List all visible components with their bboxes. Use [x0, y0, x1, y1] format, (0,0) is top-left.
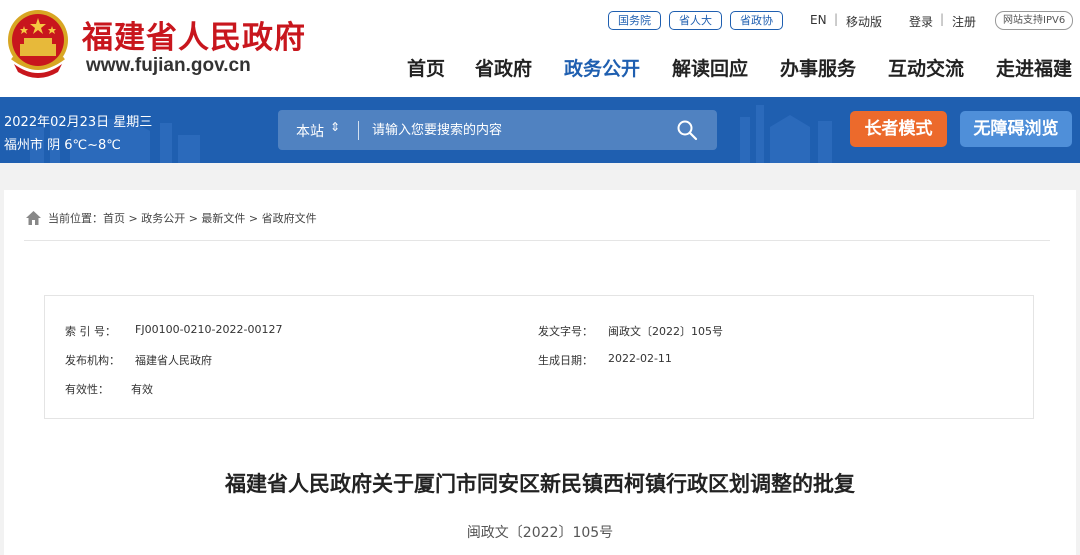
nav-interpretation-response[interactable]: 解读回应	[672, 54, 748, 81]
weather-info: 福州市 阴 6℃~8℃	[4, 138, 121, 153]
breadcrumb[interactable]: 当前位置：首页 > 政务公开 > 最新文件 > 省政府文件	[48, 210, 317, 226]
document-metadata: 索 引 号： FJ00100-0210-2022-00127 发布机构： 福建省…	[44, 295, 1034, 419]
document-number-label: 发文字号：	[538, 325, 593, 338]
nav-interaction[interactable]: 互动交流	[888, 54, 964, 81]
index-value: FJ00100-0210-2022-00127	[135, 323, 283, 336]
link-provincial-congress[interactable]: 省人大	[669, 11, 722, 30]
national-emblem-icon[interactable]	[6, 8, 70, 78]
search-scope-select[interactable]: 本站	[296, 121, 324, 141]
site-header: 福建省人民政府 www.fujian.gov.cn 国务院 省人大 省政协 EN…	[0, 0, 1080, 97]
top-links: 国务院 省人大 省政协	[608, 11, 783, 30]
ipv6-badge: 网站支持IPV6	[995, 11, 1074, 30]
article-panel: 当前位置：首页 > 政务公开 > 最新文件 > 省政府文件 索 引 号： FJ0…	[4, 190, 1076, 555]
document-number-value: 闽政文〔2022〕105号	[608, 325, 723, 338]
sort-arrows-icon[interactable]: ⇕	[330, 120, 340, 134]
home-icon	[26, 211, 41, 225]
nav-home[interactable]: 首页	[407, 54, 445, 81]
nav-provincial-government[interactable]: 省政府	[475, 54, 532, 81]
document-title: 福建省人民政府关于厦门市同安区新民镇西柯镇行政区划调整的批复	[225, 472, 855, 496]
link-provincial-cppcc[interactable]: 省政协	[730, 11, 783, 30]
validity-value: 有效	[131, 383, 153, 396]
issuer-value: 福建省人民政府	[135, 354, 212, 367]
separator: |	[940, 12, 945, 26]
separator: |	[834, 12, 839, 26]
english-link[interactable]: EN	[810, 13, 827, 27]
link-state-council[interactable]: 国务院	[608, 11, 661, 30]
generated-date-value: 2022-02-11	[608, 352, 672, 365]
nav-government-affairs-open[interactable]: 政务公开	[564, 54, 640, 81]
validity-label: 有效性：	[65, 383, 109, 396]
site-url[interactable]: www.fujian.gov.cn	[86, 55, 251, 77]
login-link[interactable]: 登录	[909, 13, 933, 30]
register-link[interactable]: 注册	[952, 13, 976, 30]
search-icon[interactable]	[676, 119, 698, 141]
search-banner: 2022年02月23日 星期三 福州市 阴 6℃~8℃ 本站 ⇕ 长者模式 无障…	[0, 97, 1080, 163]
search-input[interactable]	[372, 119, 662, 141]
document-number: 闽政文〔2022〕105号	[466, 525, 614, 541]
accessibility-button[interactable]: 无障碍浏览	[960, 111, 1072, 147]
generated-date-label: 生成日期：	[538, 354, 593, 367]
nav-about-fujian[interactable]: 走进福建	[996, 54, 1072, 81]
site-title[interactable]: 福建省人民政府	[82, 12, 306, 57]
nav-services[interactable]: 办事服务	[780, 54, 856, 81]
search-box: 本站 ⇕	[278, 110, 717, 150]
mobile-version-link[interactable]: 移动版	[846, 13, 882, 30]
elder-mode-button[interactable]: 长者模式	[850, 111, 947, 147]
issuer-label: 发布机构：	[65, 354, 120, 367]
index-label: 索 引 号：	[65, 325, 116, 338]
search-divider	[358, 121, 359, 140]
current-date: 2022年02月23日 星期三	[4, 115, 153, 130]
divider	[24, 240, 1050, 241]
